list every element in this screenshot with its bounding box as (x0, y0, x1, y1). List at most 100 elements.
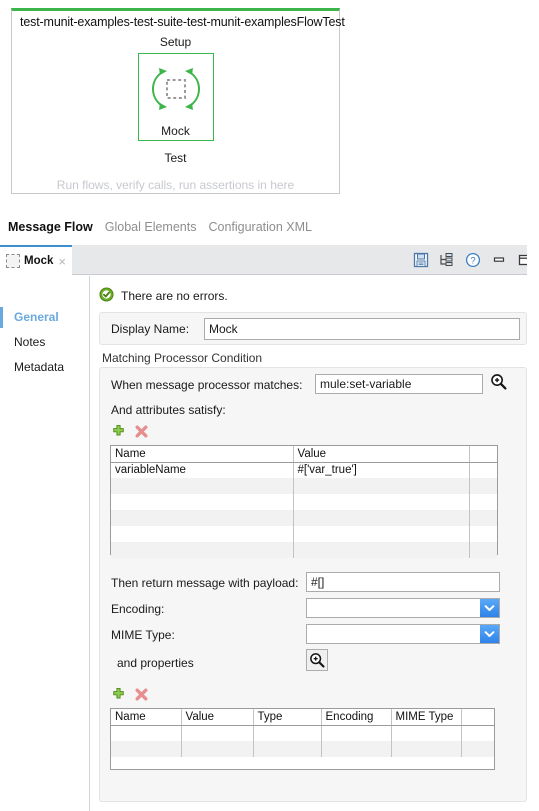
attributes-satisfy-label: And attributes satisfy: (111, 403, 226, 417)
encoding-select[interactable] (306, 598, 500, 618)
minimize-icon[interactable] (491, 252, 507, 268)
attributes-grid[interactable]: Name Value variableName #['var_true'] (110, 445, 498, 558)
table-row[interactable] (111, 510, 497, 526)
tab-global-elements[interactable]: Global Elements (105, 220, 197, 234)
table-header-row: Name Value (111, 446, 497, 463)
cell-value[interactable] (181, 725, 254, 741)
and-properties-label: and properties (117, 656, 194, 670)
sort-tree-icon[interactable] (439, 252, 455, 268)
cell-encoding[interactable] (321, 725, 392, 741)
payload-input[interactable] (306, 572, 500, 592)
editor-toolbar: ? (413, 245, 533, 275)
cell-value[interactable] (293, 510, 470, 526)
mime-type-select[interactable] (306, 624, 500, 644)
message-processor-input[interactable] (315, 374, 483, 394)
magnifier-plus-icon[interactable] (490, 373, 507, 393)
help-icon[interactable]: ? (465, 252, 481, 268)
editor-tab-mock[interactable]: Mock × (0, 245, 72, 275)
display-name-input[interactable] (204, 318, 520, 340)
add-row-button[interactable] (111, 687, 126, 705)
table-row[interactable]: variableName #['var_true'] (111, 462, 497, 478)
properties-grid[interactable]: Name Value Type Encoding MIME Type (110, 708, 495, 770)
column-header-name: Name (111, 709, 182, 726)
properties-row-buttons (111, 687, 149, 705)
table-row[interactable] (111, 741, 494, 757)
cell-blank[interactable] (469, 542, 497, 558)
right-gutter (527, 245, 539, 811)
cell-name[interactable] (111, 725, 182, 741)
chevron-down-icon[interactable] (480, 599, 499, 617)
save-icon[interactable] (413, 252, 429, 268)
flow-canvas[interactable]: test-munit-examples-test-suite-test-muni… (11, 8, 345, 194)
table-row[interactable] (111, 478, 497, 494)
cell-mime-type[interactable] (391, 725, 462, 741)
cell-name[interactable] (111, 526, 294, 542)
magnifier-plus-icon[interactable] (306, 649, 328, 671)
matching-condition-legend: Matching Processor Condition (102, 351, 263, 365)
table-row[interactable] (111, 725, 494, 741)
cell-blank[interactable] (469, 494, 497, 510)
mock-icon (143, 59, 209, 122)
canvas-hint-text: Run flows, verify calls, run assertions … (56, 178, 295, 192)
cell-blank[interactable] (469, 478, 497, 494)
table-row[interactable] (111, 542, 497, 558)
close-icon[interactable]: × (58, 255, 66, 268)
cell-mime-type[interactable] (391, 741, 462, 757)
cell-value[interactable]: #['var_true'] (293, 462, 470, 478)
application-window: test-munit-examples-test-suite-test-muni… (0, 0, 539, 811)
flow-title: test-munit-examples-test-suite-test-muni… (20, 15, 345, 29)
delete-row-button[interactable] (134, 424, 149, 442)
column-header-name: Name (111, 446, 294, 463)
flow-node-label: Mock (161, 124, 190, 138)
cell-name[interactable] (111, 542, 294, 558)
column-header-blank (469, 446, 497, 463)
cell-type[interactable] (253, 725, 322, 741)
tab-configuration-xml[interactable]: Configuration XML (208, 220, 312, 234)
cell-name[interactable] (111, 741, 182, 757)
ok-check-icon (99, 287, 114, 305)
cell-value[interactable] (293, 542, 470, 558)
chevron-down-icon[interactable] (480, 625, 499, 643)
column-header-blank (461, 709, 494, 726)
message-processor-label: When message processor matches: (111, 378, 303, 392)
nav-item-general[interactable]: General (0, 305, 89, 330)
flow-node-mock[interactable]: Mock (137, 53, 214, 141)
tab-message-flow[interactable]: Message Flow (8, 220, 93, 234)
add-row-button[interactable] (111, 424, 126, 442)
cell-name[interactable] (111, 494, 294, 510)
svg-text:?: ? (470, 256, 475, 267)
column-header-value: Value (181, 709, 254, 726)
cell-encoding[interactable] (321, 741, 392, 757)
payload-label: Then return message with payload: (111, 576, 299, 590)
cell-name[interactable]: variableName (111, 462, 294, 478)
cell-name[interactable] (111, 478, 294, 494)
column-header-mime-type: MIME Type (391, 709, 462, 726)
cell-value[interactable] (293, 526, 470, 542)
nav-item-metadata[interactable]: Metadata (0, 355, 89, 380)
column-header-value: Value (293, 446, 470, 463)
column-header-type: Type (253, 709, 322, 726)
editor-tab-bar: Mock × ? (0, 245, 539, 275)
column-header-encoding: Encoding (321, 709, 392, 726)
mock-tab-icon (6, 254, 20, 268)
table-row[interactable] (111, 494, 497, 510)
attributes-row-buttons (111, 424, 149, 442)
display-name-group: Display Name: (99, 312, 527, 345)
cell-name[interactable] (111, 510, 294, 526)
delete-row-button[interactable] (134, 687, 149, 705)
cell-blank[interactable] (461, 741, 494, 757)
nav-item-notes[interactable]: Notes (0, 330, 89, 355)
status-row: There are no errors. (99, 287, 228, 305)
editor-tab-label: Mock (24, 255, 54, 267)
cell-blank[interactable] (469, 462, 497, 478)
cell-blank[interactable] (461, 725, 494, 741)
cell-value[interactable] (293, 478, 470, 494)
cell-value[interactable] (293, 494, 470, 510)
setup-lane-label: Setup (159, 35, 192, 49)
cell-blank[interactable] (469, 510, 497, 526)
cell-type[interactable] (253, 741, 322, 757)
display-name-label: Display Name: (111, 322, 190, 336)
cell-blank[interactable] (469, 526, 497, 542)
cell-value[interactable] (181, 741, 254, 757)
table-row[interactable] (111, 526, 497, 542)
